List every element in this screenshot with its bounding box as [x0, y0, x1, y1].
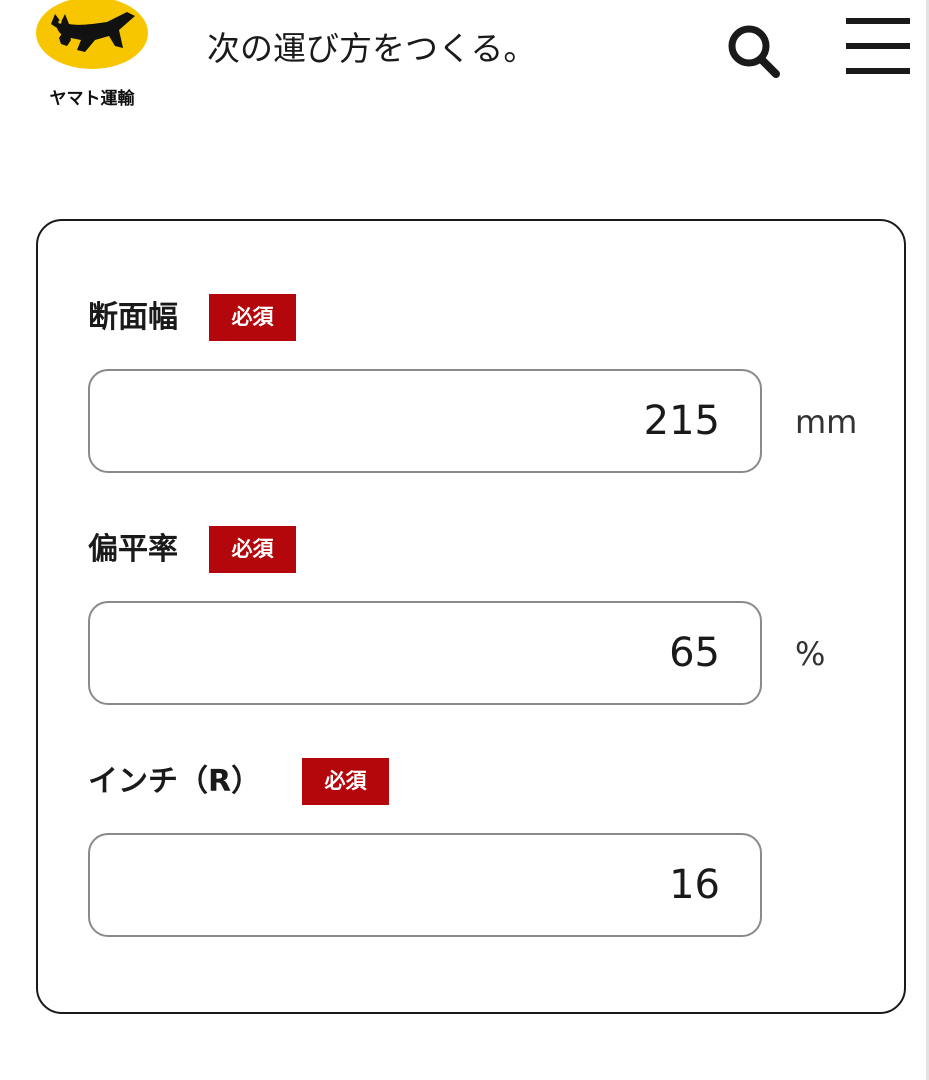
site-header: ヤマト運輸 次の運び方をつくる。 — [0, 0, 929, 120]
search-button[interactable] — [722, 18, 786, 82]
rim-inch-input[interactable] — [88, 833, 762, 937]
required-badge: 必須 — [209, 294, 296, 341]
brand-logo-link[interactable]: ヤマト運輸 — [30, 0, 154, 110]
aspect-ratio-input[interactable] — [88, 601, 762, 705]
required-badge: 必須 — [209, 526, 296, 573]
menu-bar-bottom — [846, 68, 910, 74]
unit-label-percent: % — [795, 635, 826, 673]
field-label-aspect-ratio: 偏平率 — [88, 532, 178, 567]
hamburger-menu-button[interactable] — [846, 16, 912, 78]
brand-name: ヤマト運輸 — [49, 89, 135, 109]
tagline: 次の運び方をつくる。 — [207, 29, 537, 68]
menu-bar-middle — [846, 43, 910, 49]
unit-label-mm: mm — [795, 403, 858, 441]
required-badge: 必須 — [302, 758, 389, 805]
tire-size-form-card: 断面幅 必須 mm 偏平率 必須 % インチ（R） 必須 — [36, 219, 906, 1014]
field-label-section-width: 断面幅 — [88, 300, 178, 335]
yamato-cat-logo-icon — [36, 0, 148, 69]
section-width-input[interactable] — [88, 369, 762, 473]
search-icon — [728, 25, 780, 78]
field-label-rim-inch: インチ（R） — [88, 764, 262, 799]
menu-bar-top — [846, 18, 910, 24]
